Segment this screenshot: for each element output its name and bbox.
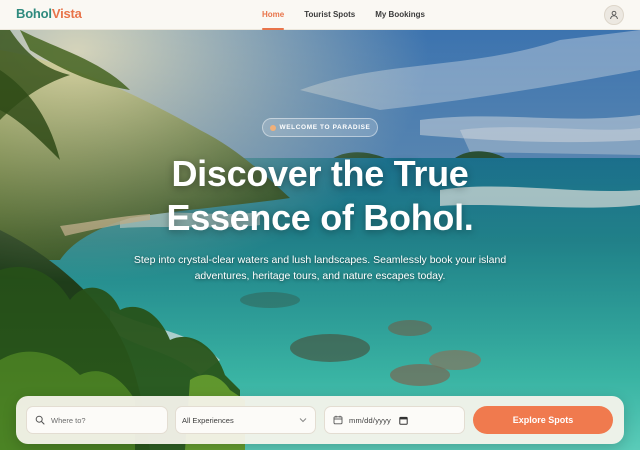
badge-text: WELCOME TO PARADISE [279,124,371,131]
where-field[interactable] [26,406,168,434]
calendar-icon [333,415,343,425]
profile-button[interactable] [604,5,624,25]
hero-title-line2: Essence of Bohol. [166,197,474,238]
brand-logo[interactable]: BoholVista [16,6,82,21]
chevron-down-icon [299,417,307,423]
experience-select-value: All Experiences [182,415,234,425]
hero-title: Discover the True Essence of Bohol. [100,152,540,240]
user-icon [610,10,618,20]
experience-select[interactable]: All Experiences [175,406,316,434]
nav-link-tourist-spots[interactable]: Tourist Spots [304,0,355,30]
search-bar: All Experiences mm/dd/yyyy Explore Spots [16,396,624,444]
date-input[interactable]: mm/dd/yyyy [349,416,391,425]
welcome-badge: WELCOME TO PARADISE [262,118,378,137]
explore-spots-button[interactable]: Explore Spots [473,406,613,434]
badge-dot-icon [269,124,276,131]
date-picker-icon[interactable] [399,416,408,425]
nav-link-my-bookings[interactable]: My Bookings [375,0,425,30]
hero-section: WELCOME TO PARADISE Discover the True Es… [0,30,640,450]
hero-title-line1: Discover the True [171,153,469,194]
nav-links: Home Tourist Spots My Bookings [262,0,425,30]
navbar: BoholVista Home Tourist Spots My Booking… [0,0,640,30]
nav-link-home[interactable]: Home [262,0,285,30]
date-field[interactable]: mm/dd/yyyy [324,406,465,434]
hero-subtitle: Step into crystal-clear waters and lush … [133,254,507,282]
brand-name-part1: Bohol [16,6,52,21]
brand-name-part2: Vista [51,6,82,21]
search-icon [35,415,45,425]
hero-background-image [0,30,640,450]
where-input[interactable] [51,415,151,425]
